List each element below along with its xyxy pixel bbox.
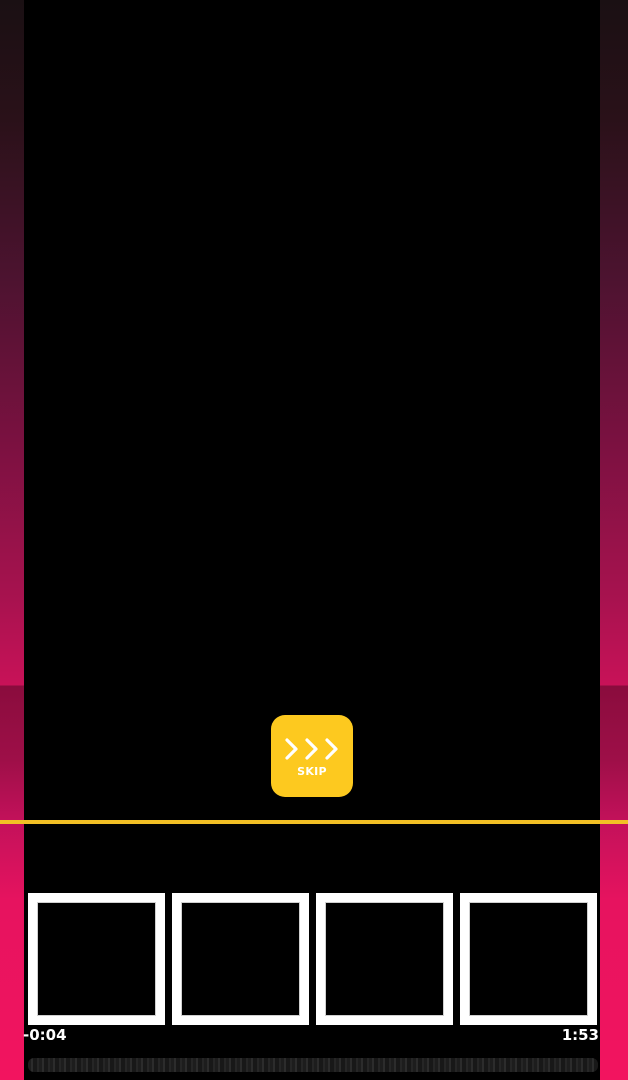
elapsed-time: -0:04 [23,1026,67,1044]
total-duration: 1:53 [561,1026,599,1044]
right-gradient-border [600,0,628,1080]
skip-label: SKIP [297,764,327,778]
video-player: SKIP -0:04 1:53 [0,0,628,1080]
triple-chevron-right-icon [285,737,338,760]
left-gradient-border [0,0,24,1080]
playhead-line[interactable] [0,820,628,824]
thumbnail-frame-1[interactable] [28,893,165,1025]
skip-button[interactable]: SKIP [271,715,353,797]
thumbnail-frame-2[interactable] [172,893,309,1025]
thumbnail-frame-4[interactable] [460,893,597,1025]
thumbnail-strip[interactable] [28,893,598,1025]
audio-waveform-scrubber[interactable] [28,1058,598,1072]
thumbnail-frame-3[interactable] [316,893,453,1025]
